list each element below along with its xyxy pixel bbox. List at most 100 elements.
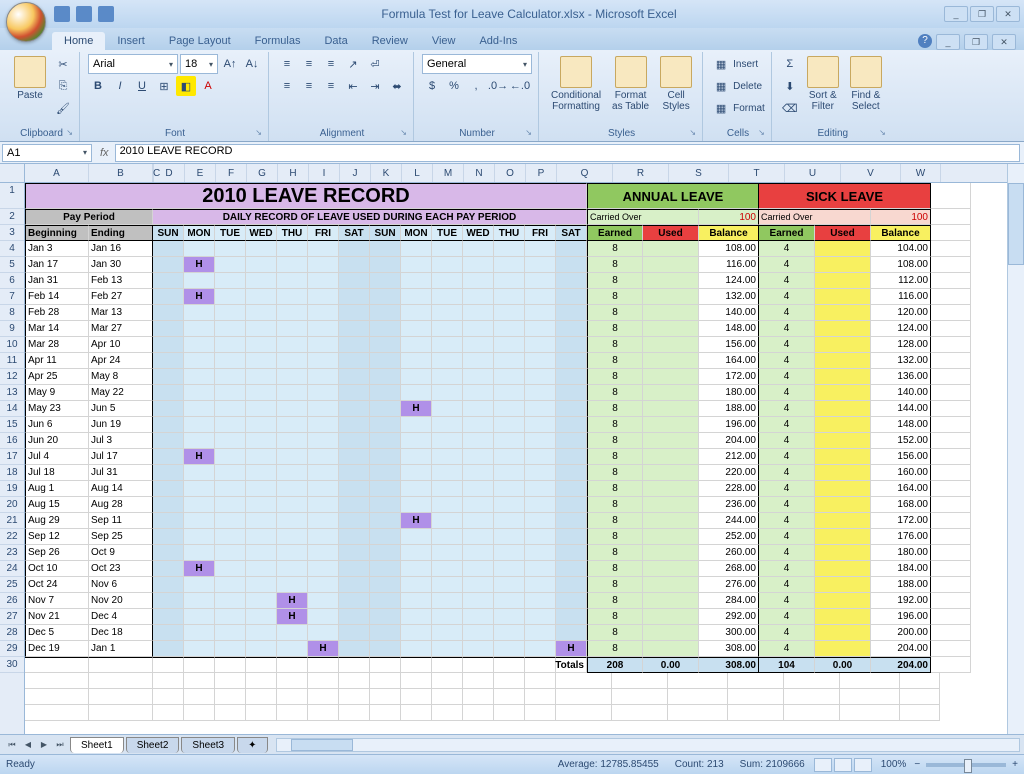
cell[interactable]: [525, 529, 556, 545]
cell[interactable]: Jul 3: [89, 433, 153, 449]
help-icon[interactable]: ?: [918, 34, 932, 48]
cell[interactable]: [339, 625, 370, 641]
cell[interactable]: [556, 273, 587, 289]
cell[interactable]: 8: [587, 577, 643, 593]
page-layout-view-button[interactable]: [834, 758, 852, 772]
cell[interactable]: Earned: [587, 225, 643, 241]
grow-font-button[interactable]: A↑: [220, 54, 240, 74]
cell[interactable]: [525, 289, 556, 305]
cell[interactable]: [525, 577, 556, 593]
column-header-G[interactable]: G: [247, 164, 278, 182]
cell[interactable]: [184, 337, 215, 353]
cell[interactable]: [931, 625, 971, 641]
cell[interactable]: [463, 385, 494, 401]
cell[interactable]: [246, 337, 277, 353]
cell[interactable]: 4: [759, 257, 815, 273]
workbook-restore-button[interactable]: ❐: [964, 34, 988, 50]
tab-home[interactable]: Home: [52, 32, 105, 50]
cell[interactable]: May 9: [25, 385, 89, 401]
cell[interactable]: [556, 705, 612, 721]
cell[interactable]: [277, 481, 308, 497]
cell[interactable]: [494, 561, 525, 577]
tab-insert[interactable]: Insert: [105, 32, 157, 50]
cell[interactable]: [215, 481, 246, 497]
cell[interactable]: 284.00: [699, 593, 759, 609]
cell[interactable]: [432, 449, 463, 465]
cell[interactable]: Feb 27: [89, 289, 153, 305]
cell[interactable]: WED: [246, 225, 277, 241]
cell[interactable]: 156.00: [871, 449, 931, 465]
cell[interactable]: [184, 657, 215, 673]
cell[interactable]: [432, 385, 463, 401]
cell[interactable]: [153, 641, 184, 657]
cell[interactable]: [215, 257, 246, 273]
cell[interactable]: [246, 673, 277, 689]
cell[interactable]: [525, 513, 556, 529]
cell[interactable]: 192.00: [871, 593, 931, 609]
cell[interactable]: Jan 30: [89, 257, 153, 273]
cell[interactable]: [494, 465, 525, 481]
cell[interactable]: [931, 609, 971, 625]
cell[interactable]: [308, 481, 339, 497]
cell[interactable]: [556, 689, 612, 705]
cell[interactable]: [308, 465, 339, 481]
cell[interactable]: [494, 401, 525, 417]
cell[interactable]: [308, 689, 339, 705]
cell[interactable]: [339, 417, 370, 433]
cell[interactable]: [153, 593, 184, 609]
row-header-5[interactable]: 5: [0, 257, 24, 273]
cell[interactable]: [215, 529, 246, 545]
cell[interactable]: [525, 305, 556, 321]
cell[interactable]: [215, 513, 246, 529]
cell[interactable]: [401, 529, 432, 545]
cell[interactable]: [815, 561, 871, 577]
number-format-combo[interactable]: General: [422, 54, 532, 74]
cell[interactable]: [815, 369, 871, 385]
cell[interactable]: [215, 289, 246, 305]
cell[interactable]: 4: [759, 465, 815, 481]
clear-button[interactable]: ⌫: [780, 98, 800, 118]
column-header-W[interactable]: W: [901, 164, 941, 182]
cell[interactable]: [277, 321, 308, 337]
cell[interactable]: [308, 305, 339, 321]
cell[interactable]: 104.00: [871, 241, 931, 257]
cell[interactable]: Nov 20: [89, 593, 153, 609]
cell[interactable]: [463, 465, 494, 481]
cell[interactable]: 244.00: [699, 513, 759, 529]
cell[interactable]: [643, 545, 699, 561]
cell[interactable]: [153, 369, 184, 385]
cell[interactable]: THU: [494, 225, 525, 241]
cell[interactable]: [432, 497, 463, 513]
cell[interactable]: [815, 481, 871, 497]
cell[interactable]: [931, 321, 971, 337]
cell[interactable]: 8: [587, 401, 643, 417]
cell[interactable]: [931, 241, 971, 257]
cell[interactable]: [215, 641, 246, 657]
row-header-30[interactable]: 30: [0, 657, 24, 673]
cell[interactable]: [525, 641, 556, 657]
row-header-17[interactable]: 17: [0, 449, 24, 465]
cell[interactable]: Feb 14: [25, 289, 89, 305]
zoom-slider[interactable]: [926, 763, 1006, 767]
cell[interactable]: [494, 673, 525, 689]
row-header-10[interactable]: 10: [0, 337, 24, 353]
cell[interactable]: Dec 18: [89, 625, 153, 641]
cell[interactable]: [494, 353, 525, 369]
cell[interactable]: [494, 497, 525, 513]
cell[interactable]: [153, 497, 184, 513]
cell[interactable]: 100: [699, 209, 759, 225]
cell[interactable]: [728, 673, 784, 689]
cell[interactable]: [370, 577, 401, 593]
cell[interactable]: [463, 433, 494, 449]
cell[interactable]: [25, 705, 89, 721]
cell[interactable]: [339, 321, 370, 337]
cell[interactable]: [277, 289, 308, 305]
cell[interactable]: [339, 593, 370, 609]
cell[interactable]: [277, 257, 308, 273]
cell[interactable]: [370, 529, 401, 545]
cell[interactable]: [556, 433, 587, 449]
cell[interactable]: [277, 241, 308, 257]
cell[interactable]: 148.00: [871, 417, 931, 433]
fill-color-button[interactable]: ◧: [176, 76, 196, 96]
cell[interactable]: [401, 593, 432, 609]
